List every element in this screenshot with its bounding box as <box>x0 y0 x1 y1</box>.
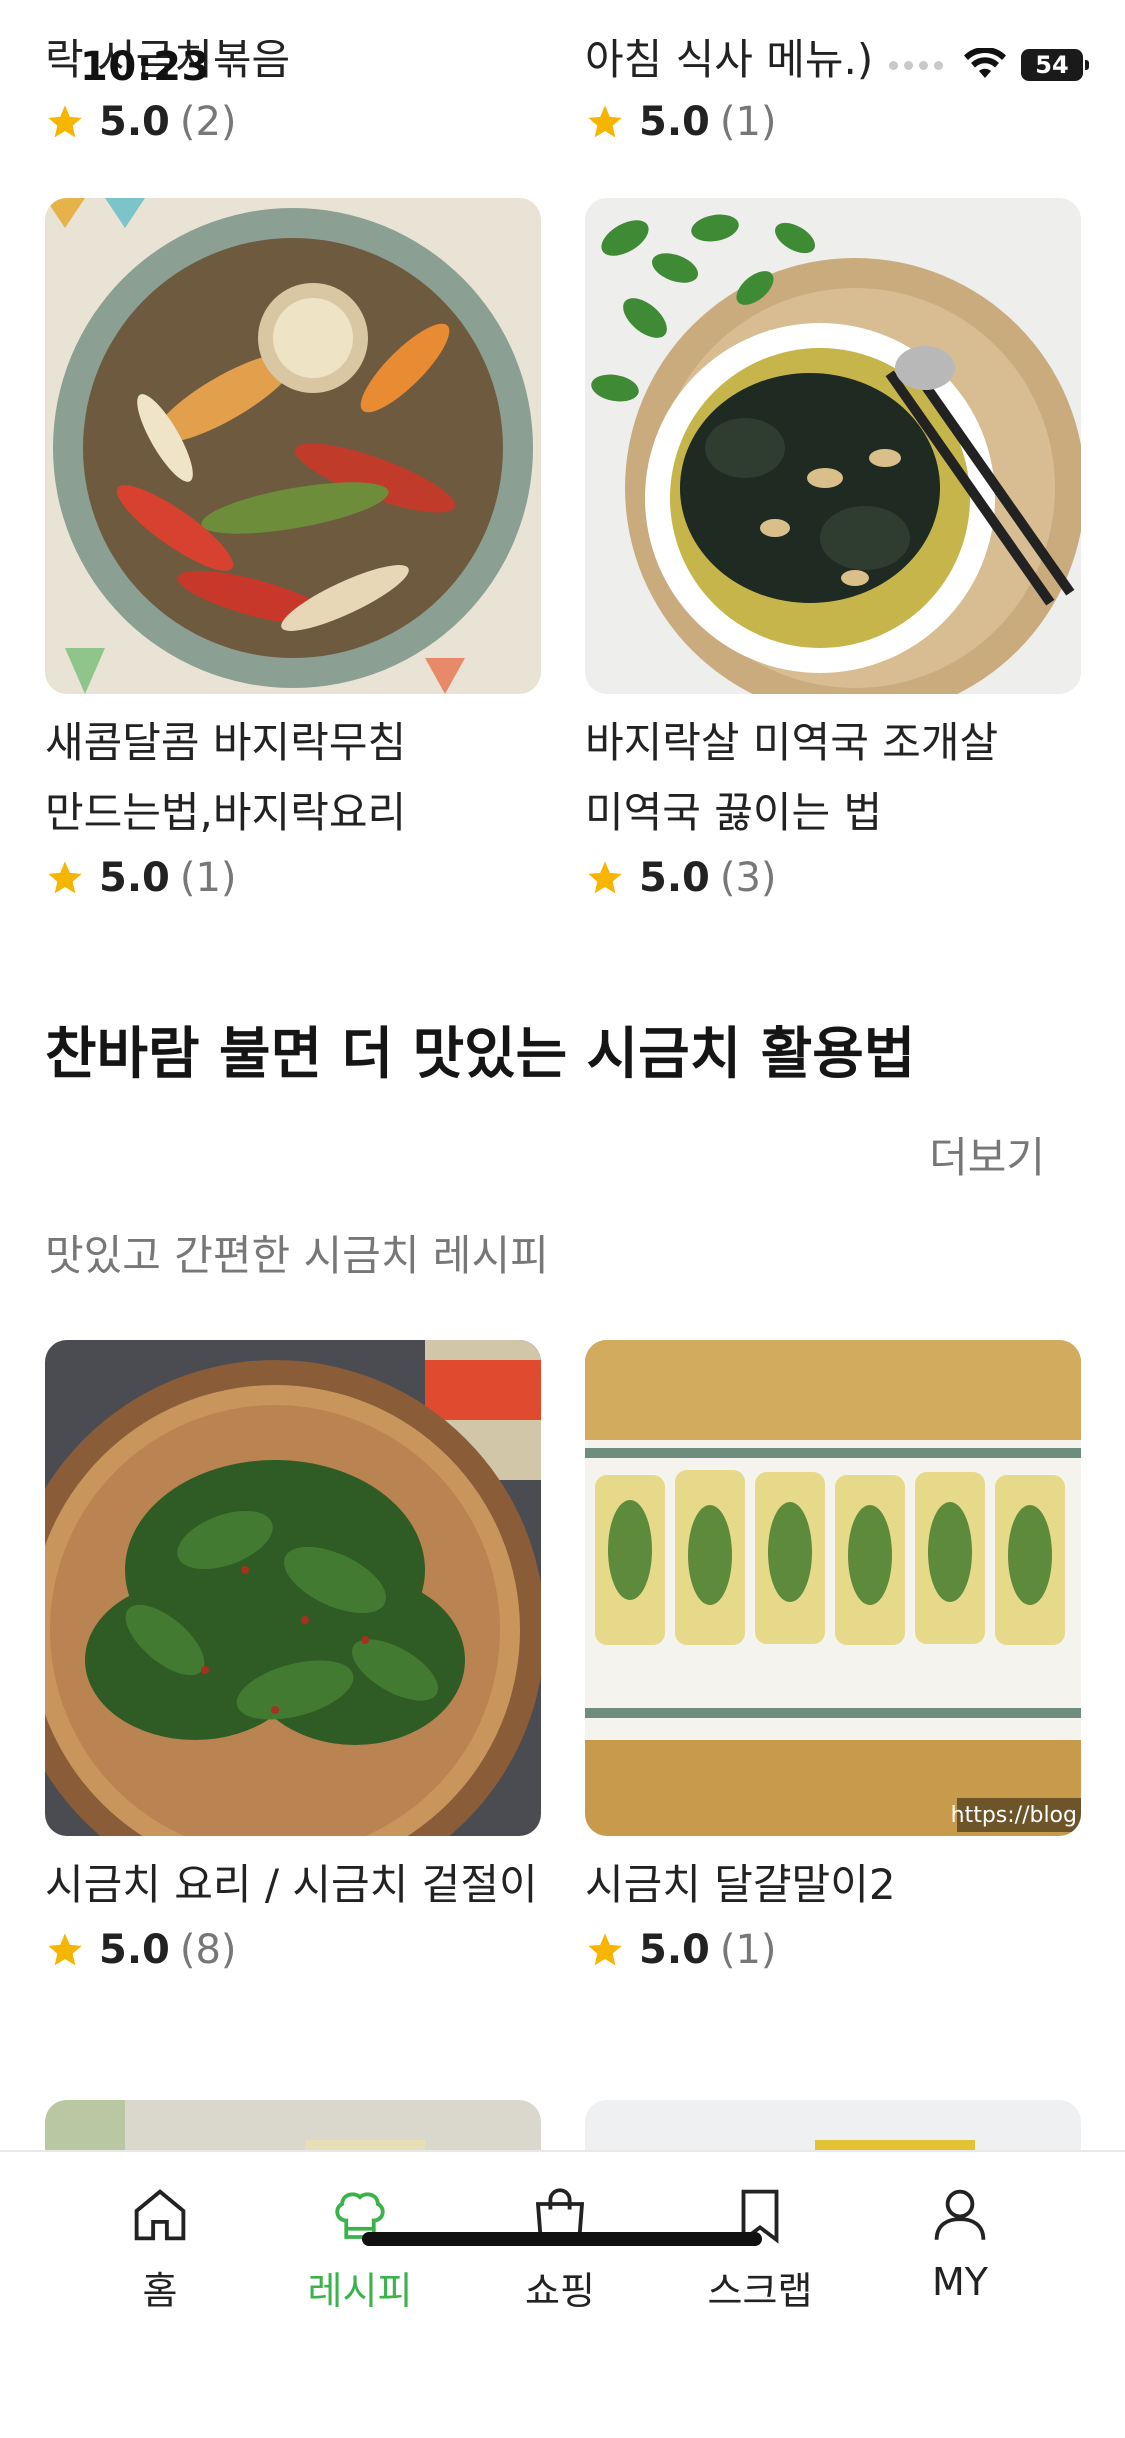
tab-my[interactable]: MY <box>870 2182 1050 2304</box>
tab-home[interactable]: 홈 <box>70 2182 250 2315</box>
tab-label: 홈 <box>142 2269 178 2313</box>
star-icon <box>48 1933 82 1966</box>
rating-count: (1) <box>179 855 237 901</box>
recipe-title-partial[interactable]: 아침 식사 메뉴.) <box>585 30 915 90</box>
star-icon <box>588 105 622 138</box>
tab-label: 쇼핑 <box>525 2269 595 2313</box>
recipe-thumbnail-clam-salad[interactable] <box>45 198 541 694</box>
rating-score: 5.0 <box>639 855 710 901</box>
home-indicator <box>362 2232 762 2246</box>
recipe-rating: 5.0 (1) <box>45 848 541 908</box>
star-icon <box>588 861 622 894</box>
rating-count: (8) <box>179 1927 237 1973</box>
rating-score: 5.0 <box>99 855 170 901</box>
rating-count: (2) <box>179 99 237 145</box>
bottom-tab-bar: 홈 레시피 쇼핑 스크랩 MY <box>0 2150 1125 2438</box>
section-subtitle: 맛있고 간편한 시금치 레시피 <box>45 1231 549 1280</box>
rating-count: (1) <box>719 99 777 145</box>
recipe-thumbnail-seaweed-soup[interactable] <box>585 198 1081 694</box>
recipe-card[interactable]: 시금치 요리 / 시금치 겉절이 5.0 (8) <box>45 1340 541 1980</box>
tab-shopping[interactable]: 쇼핑 <box>470 2182 650 2315</box>
rating-score: 5.0 <box>639 1927 710 1973</box>
recipe-rating: 5.0 (1) <box>585 1920 1081 1980</box>
status-icons: 54 <box>889 48 1089 82</box>
recipe-rating: 5.0 (2) <box>45 92 237 152</box>
recipe-rating: 5.0 (3) <box>585 848 1081 908</box>
recipe-title[interactable]: 시금치 달걀말이2 <box>585 1850 1081 1920</box>
cellular-icon <box>889 60 949 70</box>
wifi-icon <box>964 48 1006 78</box>
recipe-card[interactable]: 바지락살 미역국 조개살 미역국 끓이는 법 5.0 (3) <box>585 198 1081 908</box>
recipe-title[interactable]: 바지락살 미역국 조개살 미역국 끓이는 법 <box>585 708 1081 848</box>
tab-recipe[interactable]: 레시피 <box>270 2182 450 2315</box>
rating-count: (3) <box>719 855 777 901</box>
recipe-thumbnail-spinach-omelet[interactable]: https://blog <box>585 1340 1081 1836</box>
tab-scrap[interactable]: 스크랩 <box>670 2182 850 2315</box>
section-title: 찬바람 불면 더 맛있는 시금치 활용법 <box>45 1022 916 1087</box>
image-watermark: https://blog <box>950 1803 1077 1828</box>
rating-score: 5.0 <box>99 99 170 145</box>
rating-count: (1) <box>719 1927 777 1973</box>
tab-label: 스크랩 <box>707 2269 813 2313</box>
star-icon <box>48 861 82 894</box>
battery-indicator: 54 <box>1021 49 1089 81</box>
tab-label: 레시피 <box>307 2269 413 2313</box>
recipe-title[interactable]: 새콤달콤 바지락무침 만드는법,바지락요리 <box>45 708 541 848</box>
star-icon <box>588 1933 622 1966</box>
rating-score: 5.0 <box>639 99 710 145</box>
rating-score: 5.0 <box>99 1927 170 1973</box>
recipe-rating: 5.0 (8) <box>45 1920 541 1980</box>
recipe-card[interactable]: https://blog 시금치 달걀말이2 5.0 (1) <box>585 1340 1081 1980</box>
star-icon <box>48 105 82 138</box>
home-icon <box>134 2189 186 2241</box>
recipe-rating: 5.0 (1) <box>585 92 777 152</box>
recipe-card[interactable]: 새콤달콤 바지락무침 만드는법,바지락요리 5.0 (1) <box>45 198 541 908</box>
recipe-thumbnail-spinach-salad[interactable] <box>45 1340 541 1836</box>
tab-label: MY <box>932 2260 988 2304</box>
person-icon <box>934 2189 986 2240</box>
more-link[interactable]: 더보기 <box>929 1124 1045 1185</box>
recipe-title[interactable]: 시금치 요리 / 시금치 겉절이 <box>45 1850 541 1920</box>
status-time: 10:23 <box>80 44 210 90</box>
